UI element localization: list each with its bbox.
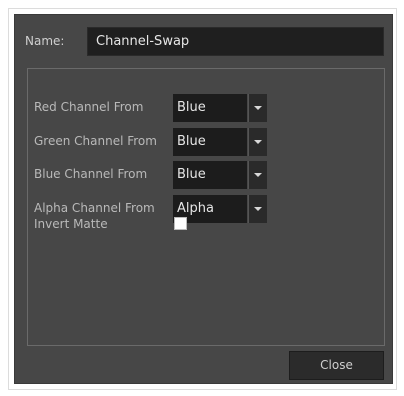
close-button[interactable]: Close (289, 351, 384, 380)
invert-matte-label: Invert Matte (34, 217, 108, 231)
blue-channel-label: Blue Channel From (34, 167, 148, 181)
name-label: Name: (25, 34, 65, 48)
name-field[interactable]: Channel-Swap (87, 27, 384, 56)
red-channel-value: Blue (173, 94, 247, 122)
blue-channel-value: Blue (173, 161, 247, 189)
chevron-down-icon[interactable] (248, 195, 267, 223)
channel-swap-dialog: Name: Channel-Swap Red Channel From Blue… (14, 14, 393, 384)
chevron-down-icon[interactable] (248, 161, 267, 189)
red-channel-label: Red Channel From (34, 100, 144, 114)
chevron-down-icon[interactable] (248, 94, 267, 122)
blue-channel-select[interactable]: Blue (173, 161, 268, 189)
red-channel-select[interactable]: Blue (173, 94, 268, 122)
green-channel-value: Blue (173, 128, 247, 156)
invert-matte-checkbox[interactable] (174, 217, 187, 230)
alpha-channel-select[interactable]: Alpha (173, 195, 268, 223)
green-channel-select[interactable]: Blue (173, 128, 268, 156)
alpha-channel-label: Alpha Channel From (34, 201, 155, 215)
green-channel-label: Green Channel From (34, 134, 157, 148)
chevron-down-icon[interactable] (248, 128, 267, 156)
